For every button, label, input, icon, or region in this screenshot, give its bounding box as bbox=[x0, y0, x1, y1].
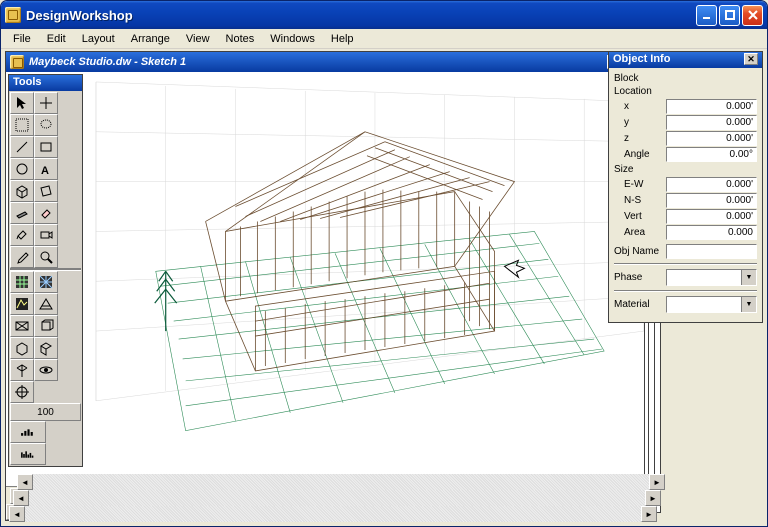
bg-hscroll-1[interactable]: ◄► bbox=[9, 506, 657, 522]
bg-hscroll-2[interactable]: ◄► bbox=[13, 490, 661, 506]
document-window: Maybeck Studio.dw - Sketch 1 _ □ bbox=[5, 51, 645, 521]
field-angle[interactable]: 0.00° bbox=[666, 147, 757, 162]
viewport[interactable]: Tools A bbox=[6, 72, 644, 486]
bg-hscroll-3[interactable]: ◄► bbox=[17, 474, 665, 490]
lbl-y: y bbox=[614, 117, 666, 128]
tool-grid-a[interactable] bbox=[10, 271, 34, 293]
lbl-angle: Angle bbox=[614, 149, 666, 160]
tool-axo-b[interactable] bbox=[34, 337, 58, 359]
lbl-phase: Phase bbox=[614, 272, 666, 283]
tool-sheet[interactable] bbox=[34, 180, 58, 202]
tool-target[interactable] bbox=[10, 381, 34, 403]
tool-marquee[interactable] bbox=[10, 114, 34, 136]
main-titlebar[interactable]: DesignWorkshop bbox=[1, 1, 767, 29]
tool-histogram-b[interactable] bbox=[10, 443, 46, 465]
object-info-panel[interactable]: Object Info ✕ Block Location x0.000' y0.… bbox=[608, 51, 763, 323]
app-icon bbox=[5, 7, 21, 23]
tools-title[interactable]: Tools bbox=[9, 75, 82, 91]
doc-icon bbox=[10, 55, 24, 69]
tool-grid-c[interactable] bbox=[10, 293, 34, 315]
chevron-down-icon[interactable]: ▼ bbox=[741, 270, 756, 285]
app-window: DesignWorkshop File Edit Layout Arrange … bbox=[0, 0, 768, 527]
document-titlebar[interactable]: Maybeck Studio.dw - Sketch 1 _ □ bbox=[6, 52, 644, 72]
tool-magnify[interactable] bbox=[34, 246, 58, 268]
tool-grid-b[interactable] bbox=[34, 271, 58, 293]
tool-box3d[interactable] bbox=[10, 180, 34, 202]
lbl-x: x bbox=[614, 101, 666, 112]
tool-persp-b[interactable] bbox=[10, 315, 34, 337]
tool-axo-a[interactable] bbox=[10, 337, 34, 359]
lbl-z: z bbox=[614, 133, 666, 144]
divider bbox=[614, 263, 757, 265]
divider-2 bbox=[614, 290, 757, 292]
tool-lasso[interactable] bbox=[34, 114, 58, 136]
menubar: File Edit Layout Arrange View Notes Wind… bbox=[1, 29, 767, 49]
lbl-ew: E-W bbox=[614, 179, 666, 190]
field-ew[interactable]: 0.000' bbox=[666, 177, 757, 192]
lbl-ns: N-S bbox=[614, 195, 666, 206]
maximize-button[interactable] bbox=[719, 5, 740, 26]
tool-rect[interactable] bbox=[34, 136, 58, 158]
field-area[interactable]: 0.000 bbox=[666, 225, 757, 240]
menu-help[interactable]: Help bbox=[323, 31, 362, 47]
tool-axo-c[interactable] bbox=[10, 359, 34, 381]
object-info-body: Block Location x0.000' y0.000' z0.000' A… bbox=[609, 68, 762, 322]
tools-palette[interactable]: Tools A bbox=[8, 74, 83, 467]
menu-windows[interactable]: Windows bbox=[262, 31, 323, 47]
lbl-vert: Vert bbox=[614, 211, 666, 222]
lbl-objname: Obj Name bbox=[614, 246, 666, 257]
select-phase[interactable]: ▼ bbox=[666, 269, 757, 286]
object-info-titlebar[interactable]: Object Info ✕ bbox=[609, 52, 762, 68]
section-size: Size bbox=[614, 164, 757, 175]
tool-camera[interactable] bbox=[34, 224, 58, 246]
select-material[interactable]: ▼ bbox=[666, 296, 757, 313]
object-info-close-button[interactable]: ✕ bbox=[744, 53, 758, 65]
tool-eye[interactable] bbox=[34, 359, 58, 381]
field-ns[interactable]: 0.000' bbox=[666, 193, 757, 208]
tool-eraser[interactable] bbox=[34, 202, 58, 224]
object-info-title: Object Info bbox=[613, 53, 670, 67]
tool-line[interactable] bbox=[10, 136, 34, 158]
tool-histogram-a[interactable] bbox=[10, 421, 46, 443]
field-loc-z[interactable]: 0.000' bbox=[666, 131, 757, 146]
field-vert[interactable]: 0.000' bbox=[666, 209, 757, 224]
menu-layout[interactable]: Layout bbox=[74, 31, 123, 47]
menu-notes[interactable]: Notes bbox=[218, 31, 263, 47]
svg-text:A: A bbox=[41, 165, 49, 177]
tool-persp-a[interactable] bbox=[34, 293, 58, 315]
close-button[interactable] bbox=[742, 5, 763, 26]
tool-select[interactable] bbox=[10, 92, 34, 114]
menu-view[interactable]: View bbox=[178, 31, 218, 47]
wireframe-canvas bbox=[86, 72, 644, 471]
tool-circle[interactable] bbox=[10, 158, 34, 180]
tool-wall[interactable] bbox=[10, 202, 34, 224]
tool-eyedrop[interactable] bbox=[10, 246, 34, 268]
tool-persp-c[interactable] bbox=[34, 315, 58, 337]
field-loc-y[interactable]: 0.000' bbox=[666, 115, 757, 130]
document-title: Maybeck Studio.dw - Sketch 1 bbox=[29, 56, 186, 68]
lbl-area: Area bbox=[614, 227, 666, 238]
document-body: Tools A bbox=[6, 72, 644, 520]
tools-grid: A bbox=[9, 91, 82, 466]
tool-paint[interactable] bbox=[10, 224, 34, 246]
object-type: Block bbox=[614, 73, 757, 84]
tool-readout[interactable]: 100 bbox=[10, 403, 81, 421]
menu-file[interactable]: File bbox=[5, 31, 39, 47]
app-title: DesignWorkshop bbox=[26, 8, 696, 23]
menu-edit[interactable]: Edit bbox=[39, 31, 74, 47]
section-location: Location bbox=[614, 86, 757, 97]
tool-crosshair[interactable] bbox=[34, 92, 58, 114]
lbl-material: Material bbox=[614, 299, 666, 310]
field-objname[interactable] bbox=[666, 244, 757, 259]
chevron-down-icon[interactable]: ▼ bbox=[741, 297, 756, 312]
tool-text[interactable]: A bbox=[34, 158, 58, 180]
minimize-button[interactable] bbox=[696, 5, 717, 26]
menu-arrange[interactable]: Arrange bbox=[123, 31, 178, 47]
field-loc-x[interactable]: 0.000' bbox=[666, 99, 757, 114]
